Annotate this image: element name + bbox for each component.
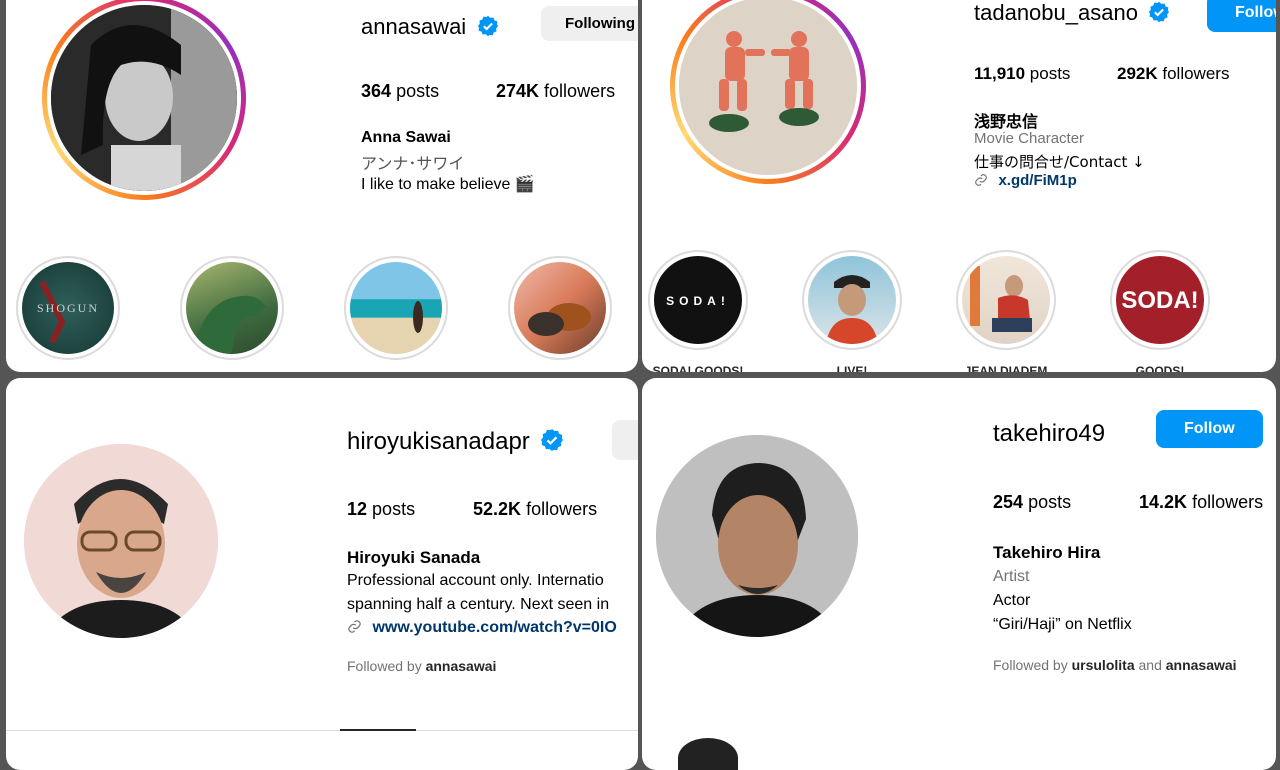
avatar-portrait	[51, 5, 237, 191]
username-row: annasawai	[361, 14, 499, 40]
followed-by[interactable]: Followed by annasawai	[347, 658, 496, 674]
profile-panel-takehiro49: takehiro49 Follow 254 posts 14.2K follow…	[642, 378, 1276, 770]
highlight-label: GOODS!	[1135, 364, 1185, 372]
highlight-cover-soda-red: SODA!	[1116, 256, 1204, 344]
full-name: Takehiro Hira	[993, 543, 1101, 562]
profile-panel-annasawai: annasawai Following 364 posts 274K follo…	[6, 0, 638, 372]
followers-stat[interactable]: 274K followers	[496, 81, 615, 102]
highlight-item[interactable]: SODA!	[648, 250, 748, 350]
bio-link[interactable]: x.gd/FiM1p	[974, 172, 1077, 190]
highlight-item[interactable]	[344, 256, 448, 360]
followers-stat[interactable]: 14.2K followers	[1139, 492, 1263, 513]
highlight-label: JEAN DIADEM	[964, 364, 1048, 372]
category-label: Artist	[993, 568, 1030, 585]
bio-line: spanning half a century. Next seen in	[347, 596, 610, 613]
highlight-item[interactable]	[956, 250, 1056, 350]
username[interactable]: tadanobu_asano	[974, 0, 1138, 25]
followed-by[interactable]: Followed by ursulolita and annasawai	[993, 657, 1237, 673]
bio-line: アンナ･サワイ	[361, 156, 465, 173]
active-tab-indicator	[340, 729, 416, 731]
posts-stat: 12 posts	[347, 499, 416, 519]
highlight-item[interactable]: SHOGUN	[16, 256, 120, 360]
link-icon	[348, 620, 361, 633]
avatar-portrait	[656, 435, 858, 637]
avatar[interactable]	[24, 444, 218, 638]
highlight-cover-godzilla	[186, 262, 278, 354]
username-row: takehiro49	[993, 420, 1105, 448]
bio-line: “Giri/Haji” on Netflix	[993, 616, 1132, 633]
full-name: 浅野忠信	[974, 112, 1039, 131]
highlight-cover-jean-diadem	[962, 256, 1050, 344]
bio-line: Professional account only. Internatio	[347, 572, 604, 589]
highlight-cover-dogs	[514, 262, 606, 354]
following-button[interactable]: Following	[541, 6, 638, 41]
avatar-portrait	[24, 444, 218, 638]
follow-button[interactable]: Follow	[1156, 410, 1263, 448]
highlight-cover-beach	[350, 262, 442, 354]
follow-button[interactable]: Follow	[1207, 0, 1276, 32]
followers-stat[interactable]: 292K followers	[1117, 64, 1229, 84]
action-button[interactable]	[612, 420, 638, 460]
username[interactable]: annasawai	[361, 14, 466, 39]
highlight-cover-shogun: SHOGUN	[22, 262, 114, 354]
svg-text:SODA!: SODA!	[1121, 287, 1198, 314]
bio-line: I like to make believe 🎬	[361, 176, 535, 193]
highlight-cover-soda-black: SODA!	[654, 256, 742, 344]
avatar[interactable]	[51, 5, 237, 191]
followers-stat[interactable]: 52.2K followers	[473, 499, 597, 520]
highlight-cover-live	[808, 256, 896, 344]
avatar[interactable]	[656, 435, 858, 637]
avatar-artwork	[679, 0, 857, 175]
highlight-item[interactable]	[508, 256, 612, 360]
svg-text:SODA!: SODA!	[666, 294, 730, 308]
bio-line: Actor	[993, 592, 1031, 609]
verified-badge-icon	[477, 15, 498, 37]
username[interactable]: takehiro49	[993, 420, 1105, 447]
highlight-item[interactable]	[678, 738, 738, 770]
username-row: tadanobu_asano	[974, 0, 1170, 26]
bio-link[interactable]: www.youtube.com/watch?v=0IO	[347, 619, 617, 637]
username[interactable]: hiroyukisanadapr	[347, 428, 530, 455]
username-row: hiroyukisanadapr	[347, 428, 564, 456]
highlight-item[interactable]: SODA!	[1110, 250, 1210, 350]
highlight-item[interactable]	[180, 256, 284, 360]
full-name: Hiroyuki Sanada	[347, 548, 481, 567]
verified-badge-icon	[1149, 1, 1170, 23]
svg-text:SHOGUN: SHOGUN	[37, 301, 99, 315]
full-name: Anna Sawai	[361, 129, 451, 146]
category-label: Movie Character	[974, 130, 1085, 147]
posts-stat: 364 posts	[361, 81, 440, 101]
bio-line: 仕事の問合せ/Contact ↓	[974, 153, 1145, 171]
profile-panel-hiroyukisanadapr: hiroyukisanadapr 12 posts 52.2K follower…	[6, 378, 638, 770]
avatar[interactable]	[679, 0, 857, 175]
highlight-item[interactable]	[802, 250, 902, 350]
tab-divider	[6, 730, 638, 731]
profile-panel-tadanobu-asano: tadanobu_asano Follow 11,910 posts 292K …	[642, 0, 1276, 372]
verified-badge-icon	[541, 429, 564, 451]
posts-stat: 11,910 posts	[974, 64, 1071, 83]
posts-stat: 254 posts	[993, 492, 1072, 512]
link-icon	[975, 174, 987, 186]
highlight-label: LIVE!	[836, 364, 868, 372]
highlight-label: SODA! GOODS!	[652, 364, 744, 372]
